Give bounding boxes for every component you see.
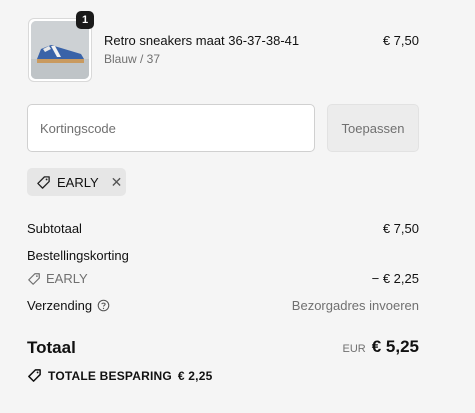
currency-code: EUR bbox=[342, 343, 366, 355]
subtotal-value: € 7,50 bbox=[382, 221, 419, 236]
total-savings: TOTALE BESPARING € 2,25 bbox=[27, 368, 212, 383]
total-value-group: EUR € 5,25 bbox=[343, 337, 420, 357]
applied-discount-chip: EARLY ✕ bbox=[27, 168, 126, 196]
total-value: € 5,25 bbox=[371, 337, 419, 356]
remove-discount-icon[interactable]: ✕ bbox=[111, 174, 123, 191]
shipping-row: Verzending bbox=[27, 298, 110, 313]
quantity-badge: 1 bbox=[76, 11, 94, 29]
order-discount-value: − € 2,25 bbox=[371, 271, 419, 286]
tag-icon bbox=[27, 272, 41, 286]
subtotal-label: Subtotaal bbox=[27, 221, 82, 236]
order-discount-label: Bestellingskorting bbox=[27, 248, 129, 263]
product-price: € 7,50 bbox=[382, 33, 419, 48]
apply-discount-button[interactable]: Toepassen bbox=[327, 104, 419, 152]
shipping-label: Verzending bbox=[27, 298, 93, 313]
order-discount-code: EARLY bbox=[27, 271, 88, 286]
help-circle-icon[interactable] bbox=[97, 299, 110, 312]
tag-icon bbox=[36, 175, 51, 190]
total-label: Totaal bbox=[27, 338, 76, 357]
total-savings-label: TOTALE BESPARING bbox=[48, 368, 172, 383]
shipping-value: Bezorgadres invoeren bbox=[291, 298, 419, 313]
discount-code-input[interactable] bbox=[27, 104, 315, 152]
tag-icon bbox=[27, 368, 42, 383]
applied-code-label: EARLY bbox=[57, 174, 99, 190]
order-discount-code-label: EARLY bbox=[46, 271, 88, 286]
total-savings-value: € 2,25 bbox=[177, 368, 213, 383]
sneaker-image bbox=[31, 21, 89, 79]
product-name: Retro sneakers maat 36-37-38-41 bbox=[104, 33, 300, 48]
product-variant: Blauw / 37 bbox=[104, 52, 161, 66]
